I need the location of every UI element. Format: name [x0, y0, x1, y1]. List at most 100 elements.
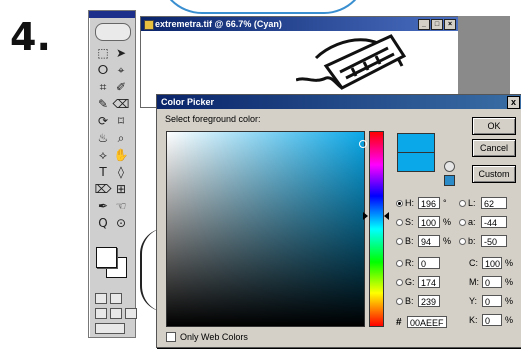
- stamp-tool-icon[interactable]: ⌑: [112, 113, 130, 130]
- toolbox-panel: ⬚ ➤ ⵔ ⌖ ⌗ ✐ ✎ ⌫ ⟳ ⌑ ♨ ⌕ ⟡ ✋ T ◊ ⌦ ⊞ ✒ ☜ …: [88, 10, 137, 338]
- eraser-tool-icon[interactable]: ⌫: [112, 96, 130, 113]
- saturation-input[interactable]: 100: [418, 216, 440, 228]
- lab-a-input[interactable]: -44: [481, 216, 507, 228]
- brightness-input[interactable]: 94: [418, 235, 440, 247]
- black-unit: %: [505, 315, 514, 325]
- lab-a-radio[interactable]: [459, 218, 466, 226]
- hue-radio[interactable]: [396, 199, 403, 207]
- eyedropper-tool-icon[interactable]: ✒: [94, 198, 112, 215]
- shape-tool-icon[interactable]: ⌦: [94, 181, 112, 198]
- lab-a-label: a:: [468, 217, 476, 227]
- ok-button[interactable]: OK: [472, 117, 516, 135]
- only-web-colors-option[interactable]: Only Web Colors: [166, 332, 248, 342]
- standard-screen-button[interactable]: [95, 308, 107, 319]
- jump-row: [95, 323, 125, 334]
- black-row: K: 0 %: [469, 313, 513, 327]
- saturation-label: S:: [405, 217, 414, 227]
- slice-tool-icon[interactable]: ✐: [112, 79, 130, 96]
- crop-tool-icon[interactable]: ⌗: [94, 79, 112, 96]
- brightness-unit: %: [443, 236, 452, 246]
- measure-tool-icon[interactable]: ⊙: [112, 215, 130, 232]
- yellow-input[interactable]: 0: [482, 295, 502, 307]
- toolbox-title-bar[interactable]: [89, 11, 135, 18]
- color-picker-dialog: Color Picker x Select foreground color: …: [156, 94, 521, 348]
- saturation-row: S: 100 %: [396, 215, 451, 229]
- cyan-input[interactable]: 100: [482, 257, 502, 269]
- green-radio[interactable]: [396, 278, 403, 286]
- full-screen-menu-button[interactable]: [110, 308, 122, 319]
- color-field-marker[interactable]: [359, 140, 367, 148]
- pointer-tool-icon[interactable]: ☜: [112, 198, 130, 215]
- minimize-icon[interactable]: _: [418, 19, 430, 30]
- zoom-tool-icon[interactable]: Q: [94, 215, 112, 232]
- dialog-title: Color Picker: [161, 97, 215, 107]
- jump-to-imageready-button[interactable]: [95, 323, 125, 334]
- custom-button[interactable]: Custom: [472, 165, 516, 183]
- brightness-label: B:: [405, 236, 414, 246]
- new-color-swatch: [397, 133, 435, 153]
- brightness-radio[interactable]: [396, 237, 403, 245]
- lab-b-row: b: -50: [459, 234, 507, 248]
- hue-slider-right-arrow-icon[interactable]: [384, 212, 389, 220]
- magenta-row: M: 0 %: [469, 275, 513, 289]
- hue-row: H: 196 °: [396, 196, 447, 210]
- screen-mode-row: [95, 308, 137, 319]
- window-controls: _ □ ×: [418, 19, 456, 30]
- magic-wand-tool-icon[interactable]: ⌖: [112, 62, 130, 79]
- select-color-label: Select foreground color:: [165, 114, 261, 124]
- brightness-row: B: 94 %: [396, 234, 451, 248]
- hue-input[interactable]: 196: [418, 197, 440, 209]
- feather-logo-icon[interactable]: [95, 23, 131, 41]
- burn-tool-icon[interactable]: ♨: [94, 130, 112, 147]
- brush-tool-icon[interactable]: ✎: [94, 96, 112, 113]
- hand-tool-icon[interactable]: ✋: [112, 147, 130, 164]
- lab-a-row: a: -44: [459, 215, 507, 229]
- hex-input[interactable]: 00AEEF: [407, 316, 447, 328]
- red-radio[interactable]: [396, 259, 403, 267]
- lab-l-radio[interactable]: [459, 199, 466, 207]
- dialog-title-bar[interactable]: Color Picker x: [157, 95, 521, 109]
- close-icon[interactable]: x: [507, 96, 520, 109]
- gamut-warning-icon[interactable]: [444, 161, 455, 172]
- quick-mask-button[interactable]: [110, 293, 122, 304]
- full-screen-button[interactable]: [125, 308, 137, 319]
- cancel-button[interactable]: Cancel: [472, 139, 516, 157]
- hue-slider[interactable]: [369, 131, 384, 327]
- color-field[interactable]: [166, 131, 367, 327]
- red-input[interactable]: 0: [418, 257, 440, 269]
- move-tool-icon[interactable]: ➤: [112, 45, 130, 62]
- red-label: R:: [405, 258, 414, 268]
- type-tool-icon[interactable]: T: [94, 164, 112, 181]
- red-row: R: 0: [396, 256, 440, 270]
- lab-b-input[interactable]: -50: [481, 235, 507, 247]
- magenta-unit: %: [505, 277, 514, 287]
- current-color-swatch[interactable]: [397, 152, 435, 172]
- yellow-row: Y: 0 %: [469, 294, 513, 308]
- green-input[interactable]: 174: [418, 276, 440, 288]
- magenta-input[interactable]: 0: [482, 276, 502, 288]
- blue-input[interactable]: 239: [418, 295, 440, 307]
- maximize-icon[interactable]: □: [431, 19, 443, 30]
- notes-tool-icon[interactable]: ⊞: [112, 181, 130, 198]
- history-brush-tool-icon[interactable]: ⟳: [94, 113, 112, 130]
- close-icon[interactable]: ×: [444, 19, 456, 30]
- lab-b-radio[interactable]: [459, 237, 466, 245]
- lasso-tool-icon[interactable]: ⵔ: [94, 62, 112, 79]
- lab-l-input[interactable]: 62: [481, 197, 507, 209]
- saturation-radio[interactable]: [396, 218, 403, 226]
- only-web-colors-checkbox[interactable]: [166, 332, 176, 342]
- foreground-color-swatch[interactable]: [96, 247, 117, 268]
- black-input[interactable]: 0: [482, 314, 502, 326]
- blue-label: B:: [405, 296, 414, 306]
- web-safe-cube-icon[interactable]: [444, 175, 455, 186]
- hue-slider-left-arrow-icon[interactable]: [363, 212, 368, 220]
- blue-radio[interactable]: [396, 297, 403, 305]
- document-title: extremetra.tif @ 66.7% (Cyan): [155, 19, 282, 29]
- standard-mode-button[interactable]: [95, 293, 107, 304]
- path-tool-icon[interactable]: ⟡: [94, 147, 112, 164]
- marquee-tool-icon[interactable]: ⬚: [94, 45, 112, 62]
- blur-tool-icon[interactable]: ⌕: [112, 130, 130, 147]
- green-label: G:: [405, 277, 415, 287]
- hex-label: #: [396, 317, 402, 328]
- pen-tool-icon[interactable]: ◊: [112, 164, 130, 181]
